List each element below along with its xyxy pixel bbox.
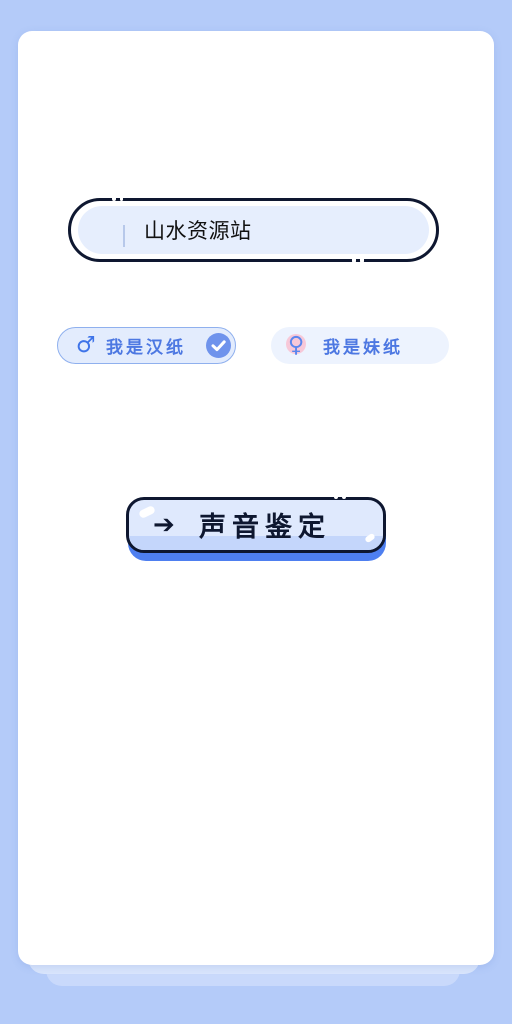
gender-label-male: 我是汉纸 [106, 338, 186, 358]
sparkle-decoration [334, 495, 338, 499]
name-input-field[interactable]: 山水资源站 [78, 206, 429, 254]
sparkle-decoration [352, 257, 356, 263]
sparkle-decoration [112, 196, 116, 201]
arrow-right-icon: ➔ [153, 510, 175, 540]
name-input-value[interactable]: 山水资源站 [144, 206, 252, 254]
gender-label-female: 我是妹纸 [323, 338, 403, 358]
check-circle-icon [206, 333, 231, 358]
name-input[interactable]: 山水资源站 [68, 198, 439, 262]
input-caret [123, 225, 125, 247]
voice-identify-button[interactable]: ➔ 声音鉴定 [126, 497, 386, 553]
sparkle-decoration [360, 257, 364, 263]
gender-option-female[interactable]: ♀ 我是妹纸 [271, 327, 449, 364]
gender-option-male[interactable]: ♂ 我是汉纸 [57, 327, 236, 364]
voice-identify-label: 声音鉴定 [199, 511, 331, 543]
sparkle-decoration [120, 196, 123, 201]
male-symbol-icon: ♂ [76, 333, 96, 358]
sparkle-decoration [342, 495, 346, 499]
female-symbol-icon: ♀ [288, 333, 305, 358]
